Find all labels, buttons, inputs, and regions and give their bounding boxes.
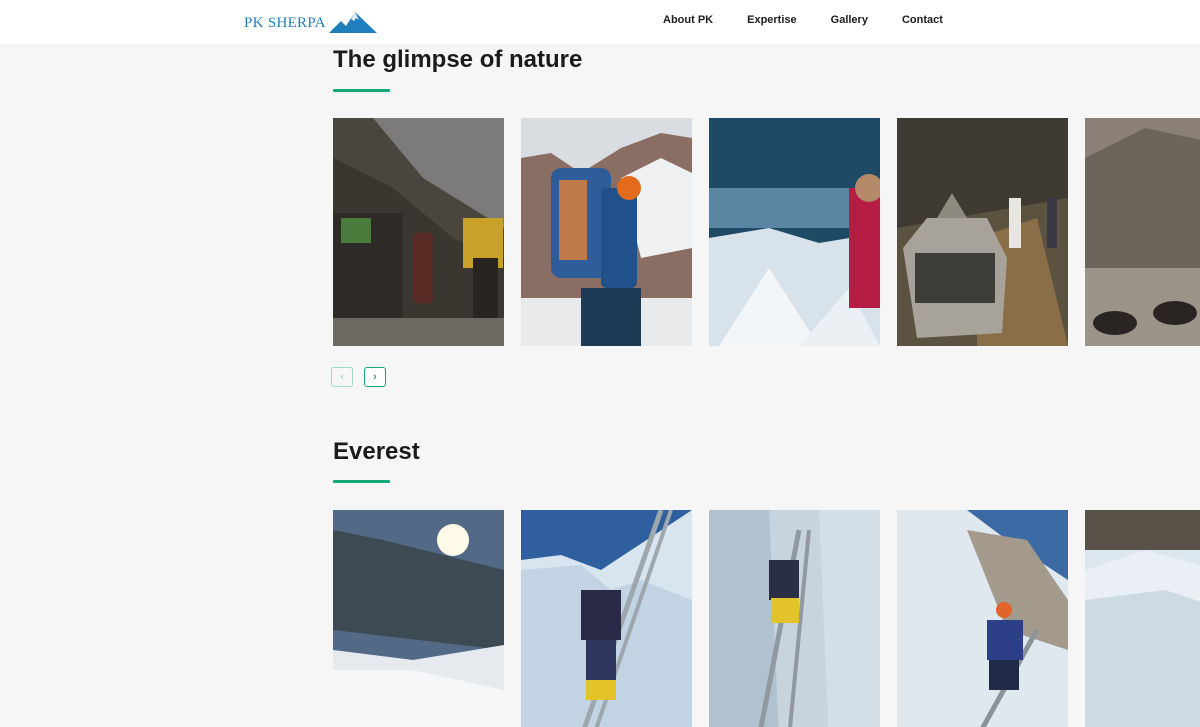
gallery-photo-sun-glacier[interactable] — [333, 510, 504, 727]
gallery-photo-porters[interactable] — [333, 118, 504, 346]
gallery-photo-ladder-climber[interactable] — [521, 510, 692, 727]
nature-gallery — [333, 118, 1200, 346]
gallery-photo-above-clouds[interactable] — [709, 118, 880, 346]
section-title-everest: Everest — [333, 438, 420, 465]
gallery-photo-mani-stone[interactable] — [897, 118, 1068, 346]
gallery-photo-crevasse-ladder[interactable] — [709, 510, 880, 727]
main-nav: About PK Expertise Gallery Contact — [663, 14, 943, 26]
title-underline — [333, 89, 390, 92]
section-title-nature: The glimpse of nature — [333, 46, 583, 73]
nav-contact[interactable]: Contact — [902, 14, 943, 26]
site-logo[interactable]: PK SHERPA — [244, 10, 377, 36]
chevron-left-icon: ‹ — [340, 371, 344, 383]
top-navbar: PK SHERPA About PK Expertise Gallery Con… — [0, 0, 1200, 44]
carousel-next-button[interactable]: › — [364, 367, 386, 387]
carousel-prev-button[interactable]: ‹ — [331, 367, 353, 387]
gallery-photo-icefall[interactable] — [1085, 510, 1200, 727]
gallery-photo-yaks[interactable] — [1085, 118, 1200, 346]
logo-text: PK SHERPA — [244, 14, 326, 31]
nav-about-pk[interactable]: About PK — [663, 14, 713, 26]
gallery-photo-blue-pack-climber[interactable] — [521, 118, 692, 346]
nav-expertise[interactable]: Expertise — [747, 14, 797, 26]
nav-gallery[interactable]: Gallery — [831, 14, 868, 26]
mountain-logo-icon — [328, 12, 377, 33]
gallery-photo-crossing-ladder[interactable] — [897, 510, 1068, 727]
everest-gallery — [333, 510, 1200, 727]
title-underline — [333, 480, 390, 483]
chevron-right-icon: › — [373, 371, 377, 383]
